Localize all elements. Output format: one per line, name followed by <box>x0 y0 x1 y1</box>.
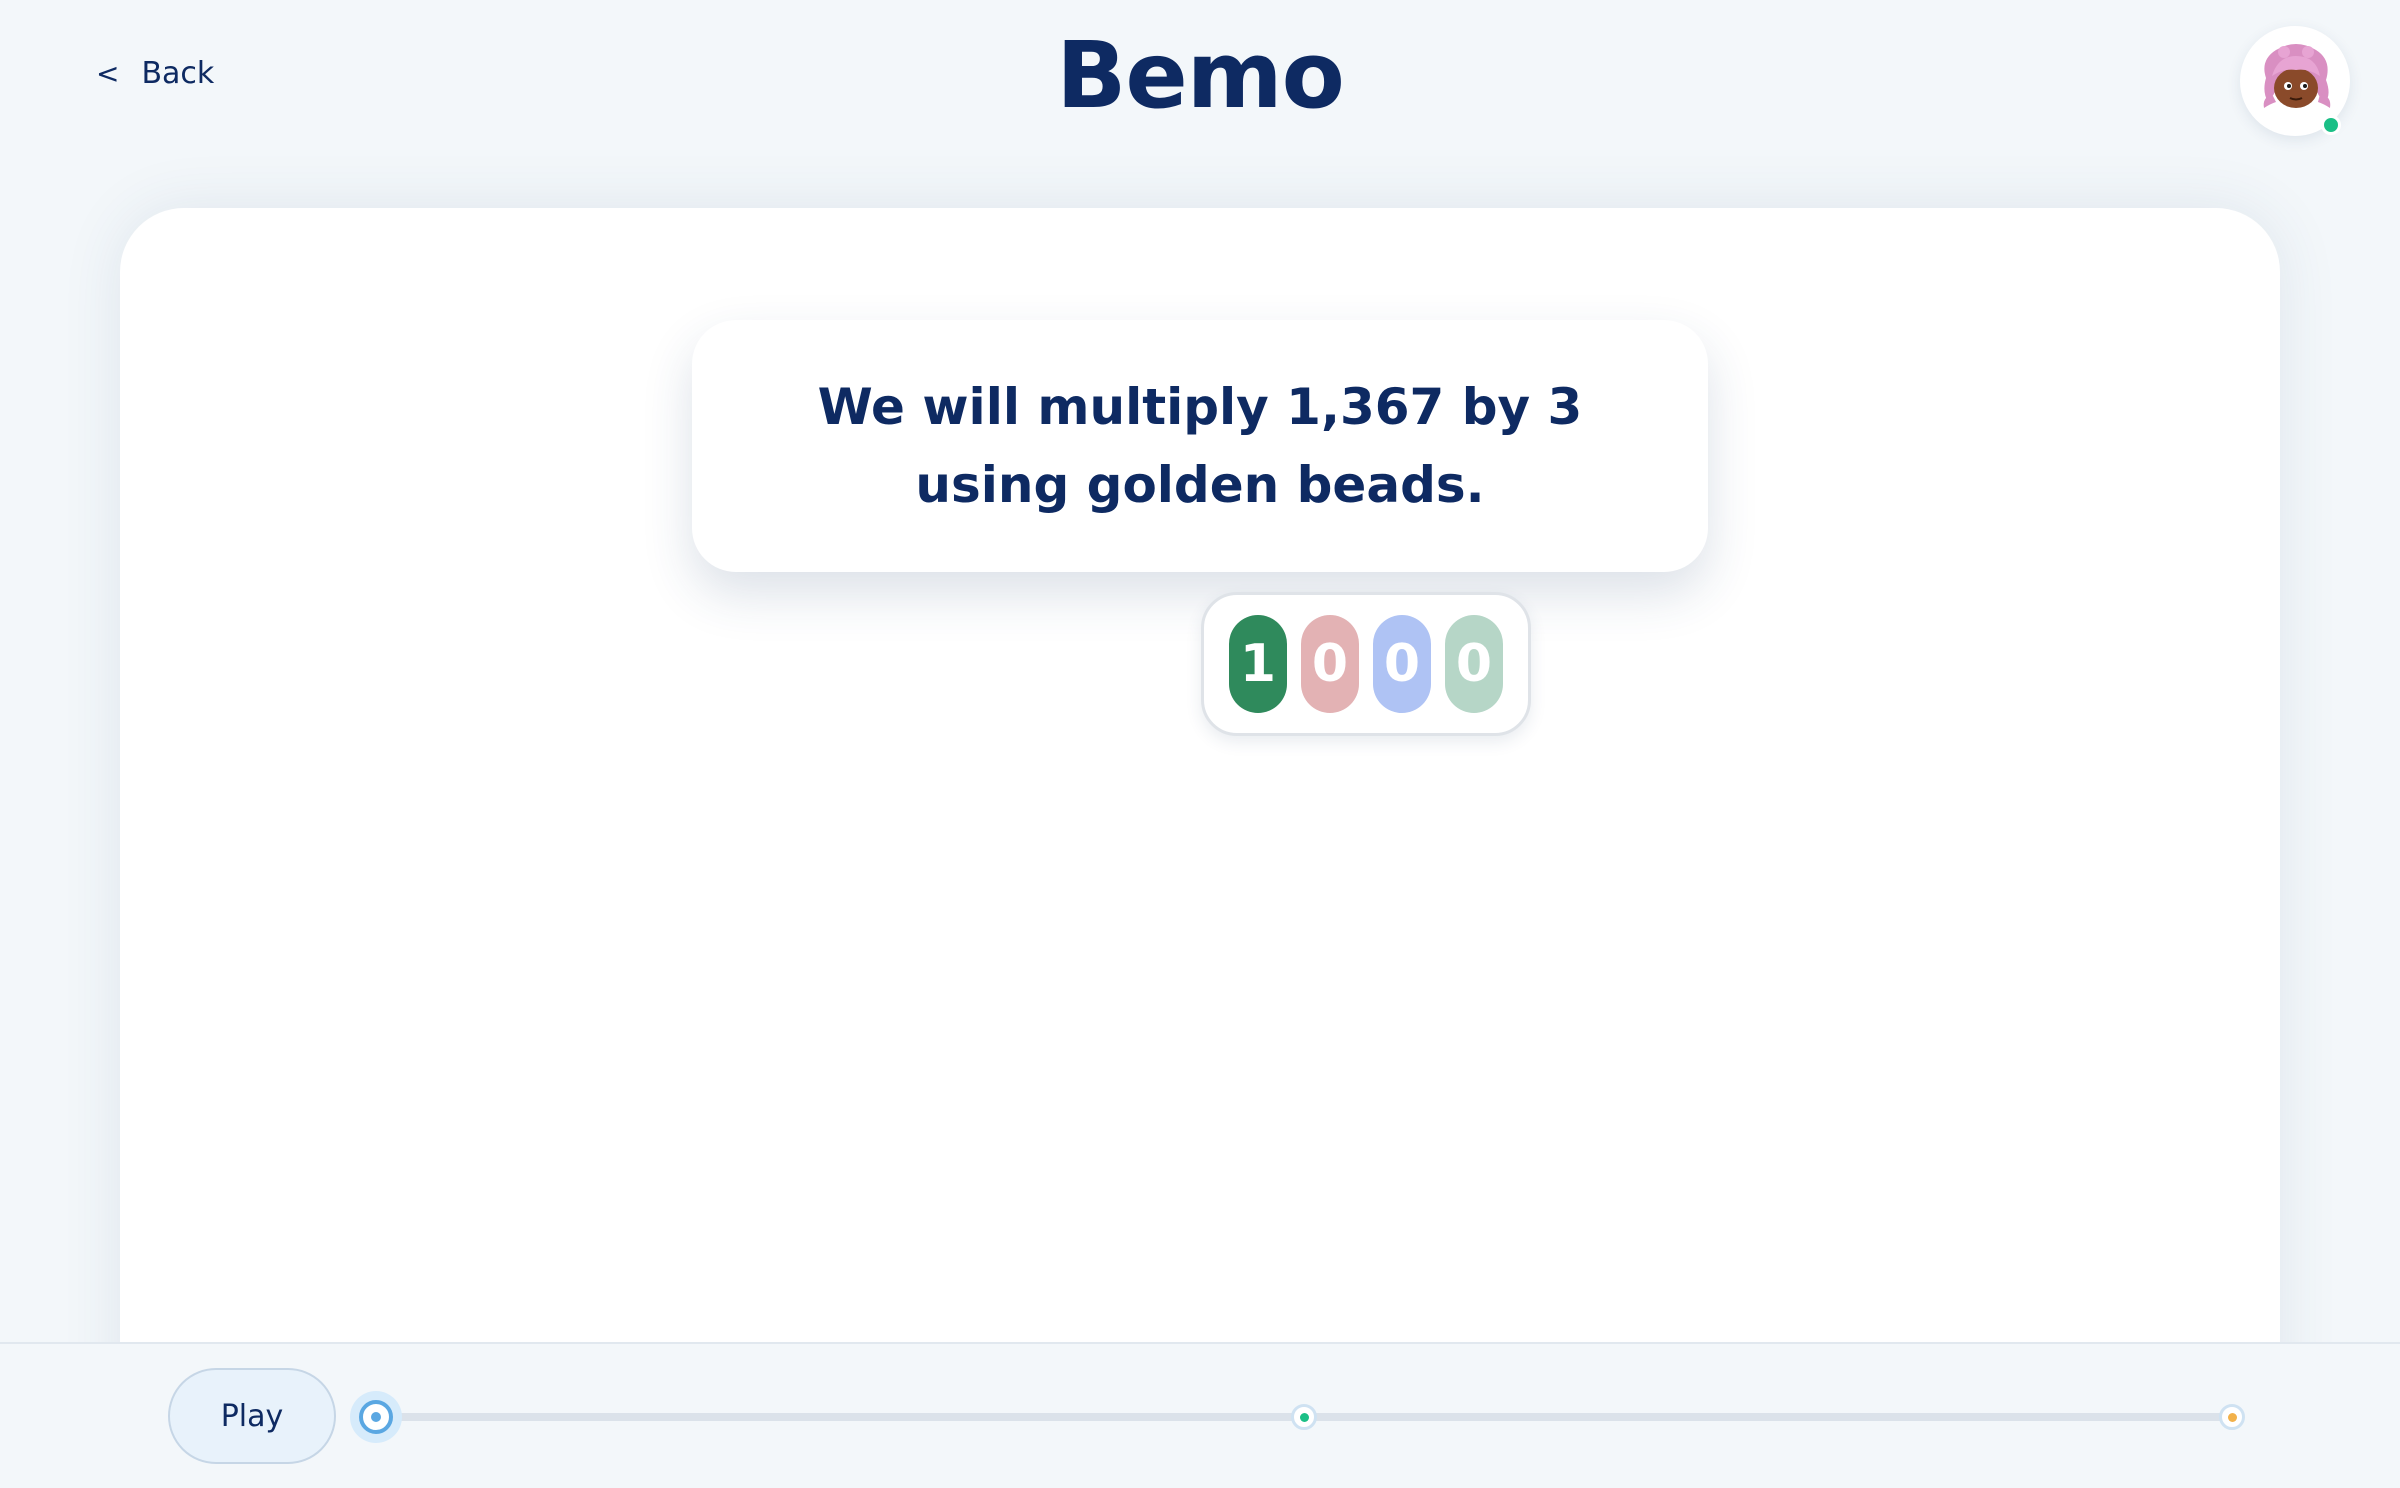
page-title: Bemo <box>1056 22 1345 129</box>
speech-bubble: We will multiply 1,367 by 3 using golden… <box>692 320 1708 572</box>
handle-ring <box>359 1400 393 1434</box>
handle-core <box>371 1412 381 1422</box>
progress-handle[interactable] <box>350 1391 402 1443</box>
marker-end[interactable] <box>2219 1404 2245 1430</box>
app-root: < Back Bemo We will multiply 1,367 by 3 … <box>0 0 2400 1488</box>
digit-bead-1: 0 <box>1301 615 1359 713</box>
lesson-prompt: We will multiply 1,367 by 3 using golden… <box>817 378 1583 514</box>
number-card: 1000 <box>1201 592 1531 736</box>
digit-bead-0: 1 <box>1229 615 1287 713</box>
character-avatar-icon <box>2263 44 2331 108</box>
marker-middle-dot <box>1299 1412 1309 1422</box>
digit-bead-2: 0 <box>1373 615 1431 713</box>
marker-middle[interactable] <box>1291 1404 1317 1430</box>
online-status-dot <box>2321 115 2341 135</box>
digit-bead-3: 0 <box>1445 615 1503 713</box>
marker-end-dot <box>2227 1412 2237 1422</box>
play-button[interactable]: Play <box>168 1368 336 1464</box>
